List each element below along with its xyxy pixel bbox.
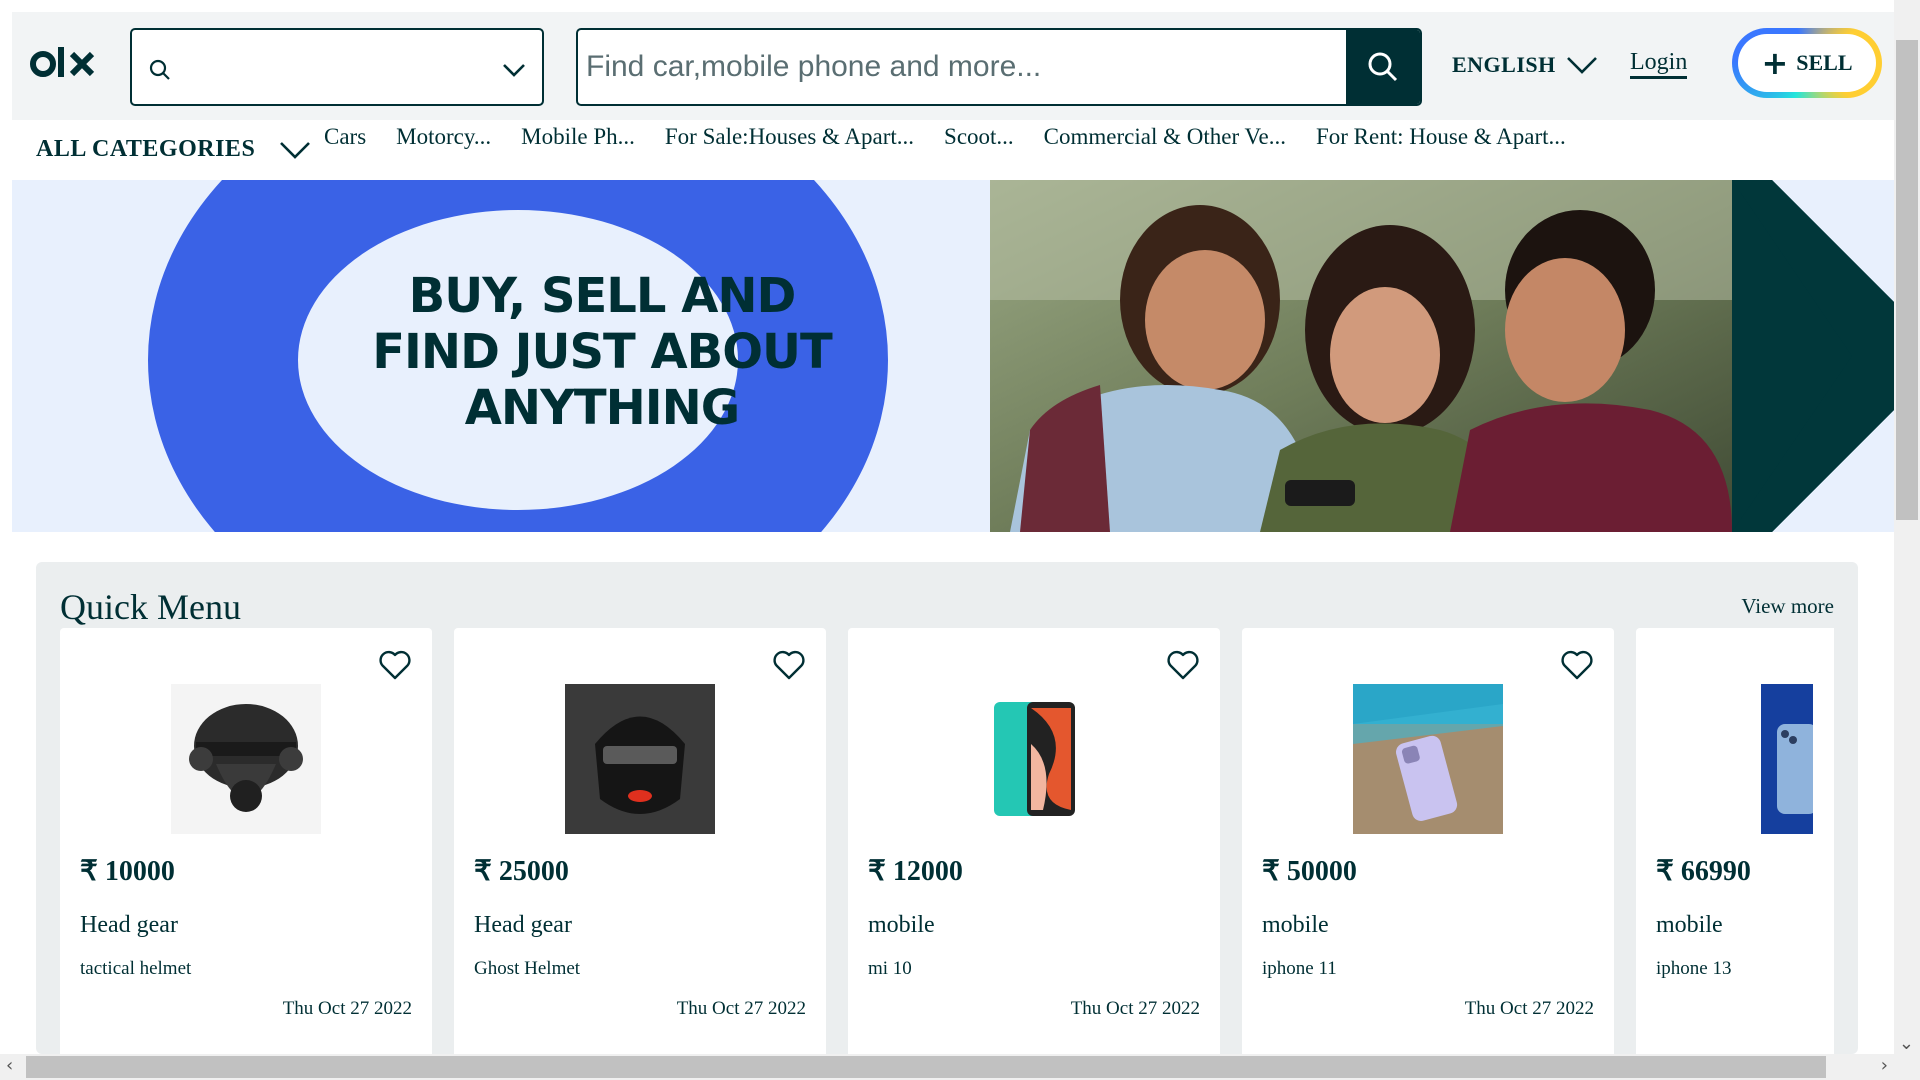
product-title: mi 10: [868, 958, 912, 979]
heart-icon[interactable]: [772, 648, 806, 682]
product-card[interactable]: ₹ 50000 mobile iphone 11 Thu Oct 27 2022: [1242, 628, 1614, 1054]
chevron-down-icon: [1566, 57, 1597, 74]
product-price: ₹ 25000: [474, 856, 569, 887]
all-categories-dropdown[interactable]: ALL CATEGORIES: [36, 136, 311, 163]
horizontal-scrollbar-thumb[interactable]: [26, 1056, 1826, 1078]
banner-line: BUY, SELL AND: [408, 268, 797, 324]
scroll-right-arrow-icon[interactable]: ›: [1881, 1055, 1888, 1076]
quick-menu: Quick Menu View more ₹ 10000 Head gear t…: [36, 562, 1858, 1054]
product-title: Ghost Helmet: [474, 958, 581, 979]
search-icon: [1368, 52, 1398, 82]
product-title: iphone 13: [1656, 958, 1732, 979]
scroll-left-arrow-icon[interactable]: ‹: [6, 1055, 13, 1076]
search-button[interactable]: [1346, 30, 1420, 104]
product-date: Thu Oct 27 2022: [1070, 998, 1200, 1019]
product-price: ₹ 66990: [1656, 856, 1751, 887]
product-image: [1761, 684, 1813, 834]
category-bar: ALL CATEGORIES Cars Motorcy... Mobile Ph…: [12, 120, 1894, 180]
product-card[interactable]: ₹ 25000 Head gear Ghost Helmet Thu Oct 2…: [454, 628, 826, 1054]
category-list: Cars Motorcy... Mobile Ph... For Sale:Ho…: [324, 124, 1566, 150]
vertical-scrollbar-thumb[interactable]: [1896, 40, 1918, 520]
heart-icon[interactable]: [1166, 648, 1200, 682]
search-input[interactable]: [578, 30, 1348, 104]
header: ENGLISH Login + SELL: [12, 12, 1894, 120]
category-link[interactable]: For Rent: House & Apart...: [1316, 124, 1566, 150]
product-price: ₹ 50000: [1262, 856, 1357, 887]
category-link[interactable]: Scoot...: [944, 124, 1014, 150]
scroll-down-arrow-icon[interactable]: ⌄: [1899, 1033, 1914, 1054]
product-date: Thu Oct 27 2022: [282, 998, 412, 1019]
product-category: Head gear: [80, 912, 178, 938]
chevron-down-icon: [503, 64, 525, 77]
location-select[interactable]: [130, 28, 544, 106]
olx-logo[interactable]: [30, 42, 100, 86]
product-category: mobile: [1262, 912, 1329, 938]
view-more-link[interactable]: View more: [1741, 594, 1834, 619]
all-categories-label: ALL CATEGORIES: [36, 136, 256, 162]
banner-photo: [990, 180, 1732, 532]
product-price: ₹ 12000: [868, 856, 963, 887]
product-title: iphone 11: [1262, 958, 1337, 979]
product-carousel: ₹ 10000 Head gear tactical helmet Thu Oc…: [60, 628, 1834, 1054]
language-label: ENGLISH: [1452, 52, 1556, 77]
product-image: [1353, 684, 1503, 834]
product-category: mobile: [1656, 912, 1723, 938]
product-price: ₹ 10000: [80, 856, 175, 887]
banner-line: FIND JUST ABOUT: [372, 324, 833, 380]
product-date: Thu Oct 27 2022: [676, 998, 806, 1019]
horizontal-scrollbar[interactable]: ‹ ›: [0, 1054, 1894, 1080]
product-card[interactable]: ₹ 66990 mobile iphone 13: [1636, 628, 1834, 1054]
sell-label: SELL: [1796, 50, 1853, 75]
vertical-scrollbar[interactable]: ⌄: [1894, 0, 1920, 1080]
category-link[interactable]: Cars: [324, 124, 366, 150]
product-title: tactical helmet: [80, 958, 192, 979]
search-bar: [576, 28, 1422, 106]
category-link[interactable]: Mobile Ph...: [521, 124, 635, 150]
product-category: Head gear: [474, 912, 572, 938]
language-selector[interactable]: ENGLISH: [1452, 52, 1598, 78]
category-link[interactable]: Commercial & Other Ve...: [1044, 124, 1286, 150]
login-link[interactable]: Login: [1630, 48, 1688, 79]
heart-icon[interactable]: [378, 648, 412, 682]
category-link[interactable]: Motorcy...: [396, 124, 491, 150]
product-category: mobile: [868, 912, 935, 938]
banner-next-arrow[interactable]: [1732, 180, 1894, 532]
arrow-right-icon: [1732, 180, 1894, 532]
sell-button[interactable]: + SELL: [1732, 28, 1882, 98]
product-image: [171, 684, 321, 834]
chevron-down-icon: [280, 141, 311, 159]
product-image: [959, 684, 1109, 834]
product-date: Thu Oct 27 2022: [1464, 998, 1594, 1019]
banner-headline: BUY, SELL AND FIND JUST ABOUT ANYTHING: [342, 268, 862, 436]
heart-icon[interactable]: [1560, 648, 1594, 682]
product-card[interactable]: ₹ 12000 mobile mi 10 Thu Oct 27 2022: [848, 628, 1220, 1054]
banner-line: ANYTHING: [464, 380, 740, 436]
category-link[interactable]: For Sale:Houses & Apart...: [665, 124, 914, 150]
product-image: [565, 684, 715, 834]
quick-menu-title: Quick Menu: [60, 587, 241, 627]
product-card[interactable]: ₹ 10000 Head gear tactical helmet Thu Oc…: [60, 628, 432, 1054]
search-icon: [149, 59, 170, 80]
plus-icon: +: [1761, 44, 1789, 82]
hero-banner[interactable]: BUY, SELL AND FIND JUST ABOUT ANYTHING: [12, 180, 1894, 532]
